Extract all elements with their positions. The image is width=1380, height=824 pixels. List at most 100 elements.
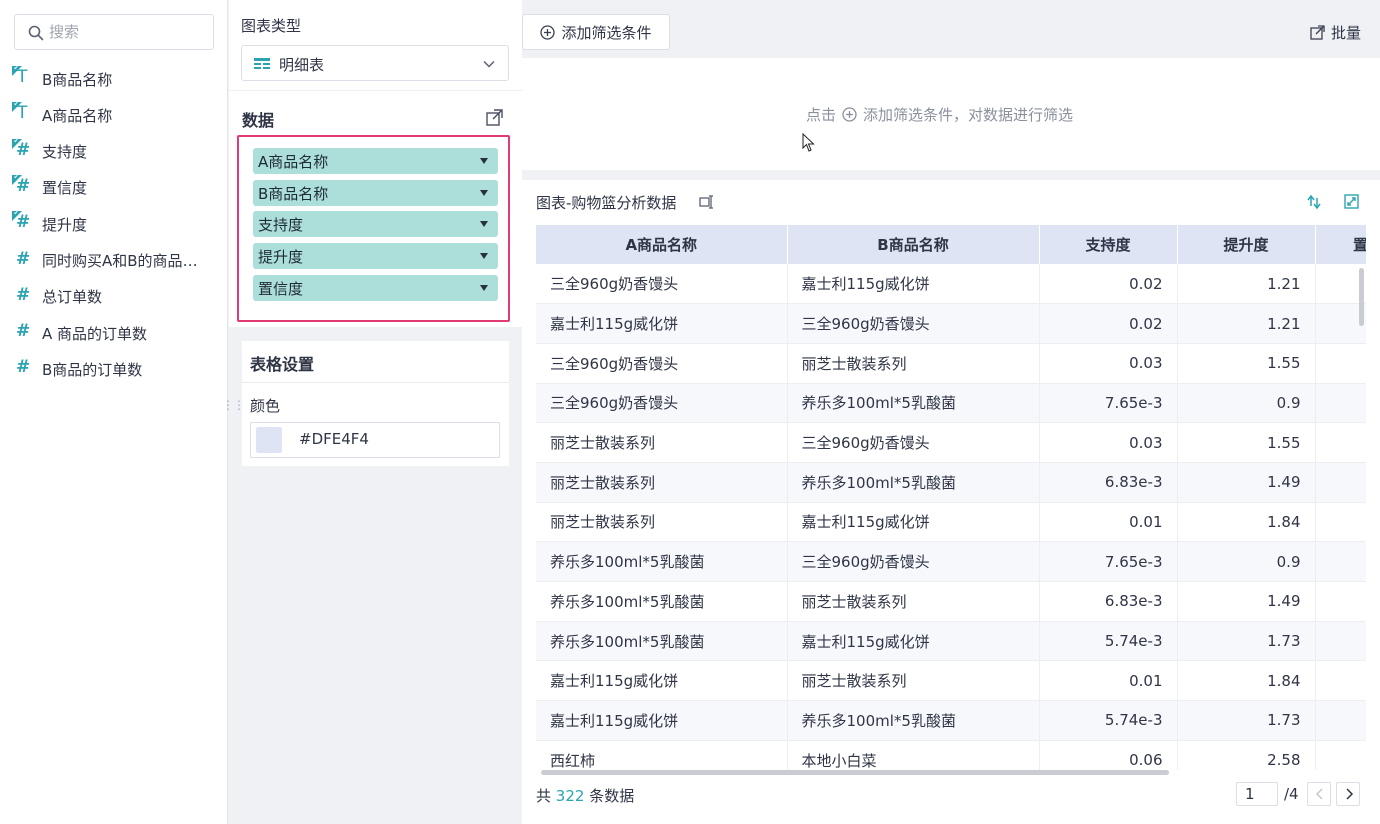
table-column-header[interactable]: 支持度 — [1039, 225, 1178, 264]
field-item[interactable]: # ✓ 置信度 — [12, 172, 222, 201]
table-cell: 丽芝士散装系列 — [536, 502, 788, 543]
page-number-field[interactable] — [1236, 782, 1278, 806]
table-row[interactable]: 三全960g奶香馒头 养乐多100ml*5乳酸菌 7.65e-3 0.9 — [536, 383, 1366, 424]
add-filter-button[interactable]: 添加筛选条件 — [522, 14, 670, 50]
table-cell: 1.84 — [1177, 660, 1316, 702]
table-row[interactable]: 三全960g奶香馒头 嘉士利115g威化饼 0.02 1.21 — [536, 264, 1366, 305]
field-item[interactable]: # A 商品的订单数 — [12, 320, 222, 346]
table-cell — [1315, 383, 1366, 424]
hash-icon: # — [16, 284, 31, 305]
table-cell: 嘉士利115g威化饼 — [536, 303, 788, 344]
table-cell: 养乐多100ml*5乳酸菌 — [536, 541, 788, 582]
caret-down-icon[interactable] — [480, 189, 488, 196]
chart-type-select[interactable]: 明细表 — [241, 45, 509, 81]
table-cell: 1.73 — [1177, 621, 1316, 662]
table-cell: 嘉士利115g威化饼 — [536, 660, 788, 702]
color-label: 颜色 — [250, 397, 281, 415]
popout-icon[interactable] — [486, 109, 503, 126]
field-item[interactable]: # 同时购买A和B的商品订单数 — [12, 248, 222, 274]
table-cell: 嘉士利115g威化饼 — [787, 502, 1040, 543]
table-cell: 丽芝士散装系列 — [787, 343, 1040, 384]
caret-down-icon[interactable] — [480, 158, 488, 164]
table-cell: 本地小白菜 — [787, 740, 1040, 770]
panel-resize-handle[interactable]: ⋮⋮ — [222, 399, 245, 411]
detail-table-container[interactable]: A商品名称 B商品名称 支持度 提升度置 三全960g奶香馒头 嘉士利115g威化饼 0.… — [536, 225, 1366, 770]
table-row[interactable]: 养乐多100ml*5乳酸菌 三全960g奶香馒头 7.65e-3 0.9 — [536, 541, 1366, 582]
table-row[interactable]: 丽芝士散装系列 养乐多100ml*5乳酸菌 6.83e-3 1.49 — [536, 462, 1366, 503]
sort-icon[interactable] — [1306, 194, 1322, 210]
table-cell: 0.01 — [1039, 502, 1178, 543]
field-label: 同时购买A和B的商品订单数 — [42, 252, 212, 270]
data-field-pill[interactable]: B商品名称 — [253, 179, 498, 206]
table-row[interactable]: 丽芝士散装系列 嘉士利115g威化饼 0.01 1.84 — [536, 502, 1366, 543]
color-picker-field[interactable]: #DFE4F4 — [250, 422, 500, 458]
data-field-pill[interactable]: A商品名称 — [253, 148, 498, 174]
batch-button[interactable]: 批量 — [1310, 22, 1361, 43]
table-cell: 1.84 — [1177, 502, 1316, 543]
table-cell: 6.83e-3 — [1039, 581, 1178, 622]
table-column-header[interactable]: B商品名称 — [787, 225, 1040, 264]
add-filter-label: 添加筛选条件 — [561, 23, 652, 42]
table-row[interactable]: 丽芝士散装系列 三全960g奶香馒头 0.03 1.55 — [536, 422, 1366, 463]
table-cell: 嘉士利115g威化饼 — [787, 264, 1040, 305]
chart-title: 图表-购物篮分析数据 — [536, 194, 677, 212]
table-cell: 0.02 — [1039, 264, 1178, 305]
table-row[interactable]: 嘉士利115g威化饼 丽芝士散装系列 0.01 1.84 — [536, 660, 1366, 702]
field-search-box[interactable] — [14, 14, 214, 50]
prev-page-button[interactable] — [1307, 782, 1331, 806]
table-column-header[interactable]: 提升度 — [1177, 225, 1316, 264]
detail-table: A商品名称 B商品名称 支持度 提升度置 三全960g奶香馒头 嘉士利115g威化饼 0.… — [536, 225, 1366, 770]
horizontal-scrollbar[interactable] — [541, 770, 1169, 775]
field-item[interactable]: T ✓ B商品名称 — [12, 63, 222, 92]
field-item[interactable]: # ✓ 提升度 — [12, 208, 222, 237]
row-count-suffix: 条数据 — [589, 787, 635, 805]
hash-icon: # — [16, 321, 31, 342]
table-row[interactable]: 三全960g奶香馒头 丽芝士散装系列 0.03 1.55 — [536, 343, 1366, 384]
field-item[interactable]: # ✓ 支持度 — [12, 136, 222, 165]
caret-down-icon[interactable] — [480, 221, 488, 228]
table-cell: 0.9 — [1177, 383, 1316, 424]
table-cell: 丽芝士散装系列 — [787, 660, 1040, 702]
table-chart-icon — [254, 58, 270, 69]
table-row[interactable]: 养乐多100ml*5乳酸菌 嘉士利115g威化饼 5.74e-3 1.73 — [536, 621, 1366, 662]
table-row[interactable]: 西红柿 本地小白菜 0.06 2.58 — [536, 740, 1366, 770]
table-cell: 5.74e-3 — [1039, 621, 1178, 662]
caret-down-icon[interactable] — [480, 253, 488, 260]
table-cell: 1.55 — [1177, 343, 1316, 384]
table-row[interactable]: 养乐多100ml*5乳酸菌 丽芝士散装系列 6.83e-3 1.49 — [536, 581, 1366, 622]
table-column-header[interactable]: A商品名称 — [536, 225, 788, 264]
page-number-input[interactable] — [1245, 784, 1275, 804]
data-field-pill[interactable]: 置信度 — [253, 274, 498, 301]
field-label: A 商品的订单数 — [42, 324, 148, 343]
table-settings-title: 表格设置 — [250, 355, 315, 374]
fullscreen-icon[interactable] — [1344, 194, 1359, 209]
plus-circle-icon[interactable] — [842, 107, 857, 122]
data-field-pill-label: 提升度 — [258, 248, 304, 267]
rename-icon[interactable] — [699, 194, 715, 210]
next-page-button[interactable] — [1336, 782, 1360, 806]
field-item[interactable]: # 总订单数 — [12, 284, 222, 310]
table-cell — [1315, 581, 1366, 622]
field-search-input[interactable] — [49, 21, 199, 43]
vertical-scrollbar[interactable] — [1359, 268, 1364, 326]
table-row[interactable]: 嘉士利115g威化饼 养乐多100ml*5乳酸菌 5.74e-3 1.73 — [536, 700, 1366, 741]
data-section-title: 数据 — [242, 111, 275, 130]
data-field-pill[interactable]: 支持度 — [253, 211, 498, 238]
field-item[interactable]: # B商品的订单数 — [12, 356, 222, 382]
field-item[interactable]: T ✓ A商品名称 — [12, 99, 222, 128]
table-cell: 7.65e-3 — [1039, 541, 1178, 582]
table-row[interactable]: 嘉士利115g威化饼 三全960g奶香馒头 0.02 1.21 — [536, 303, 1366, 344]
data-field-pill[interactable]: 提升度 — [253, 243, 498, 270]
table-cell: 0.02 — [1039, 303, 1178, 344]
table-cell: 1.49 — [1177, 581, 1316, 622]
table-cell: 0.9 — [1177, 541, 1316, 582]
table-column-header[interactable]: 置 — [1315, 225, 1366, 264]
table-cell: 三全960g奶香馒头 — [536, 343, 788, 384]
table-body: 三全960g奶香馒头 嘉士利115g威化饼 0.02 1.21 嘉士利115g威化饼 三全… — [536, 264, 1366, 770]
color-swatch[interactable] — [256, 427, 282, 453]
caret-down-icon[interactable] — [480, 284, 488, 291]
field-label: A商品名称 — [42, 106, 113, 125]
table-cell — [1315, 621, 1366, 662]
table-cell: 0.03 — [1039, 343, 1178, 384]
row-count: 共 322 条数据 — [536, 785, 634, 806]
